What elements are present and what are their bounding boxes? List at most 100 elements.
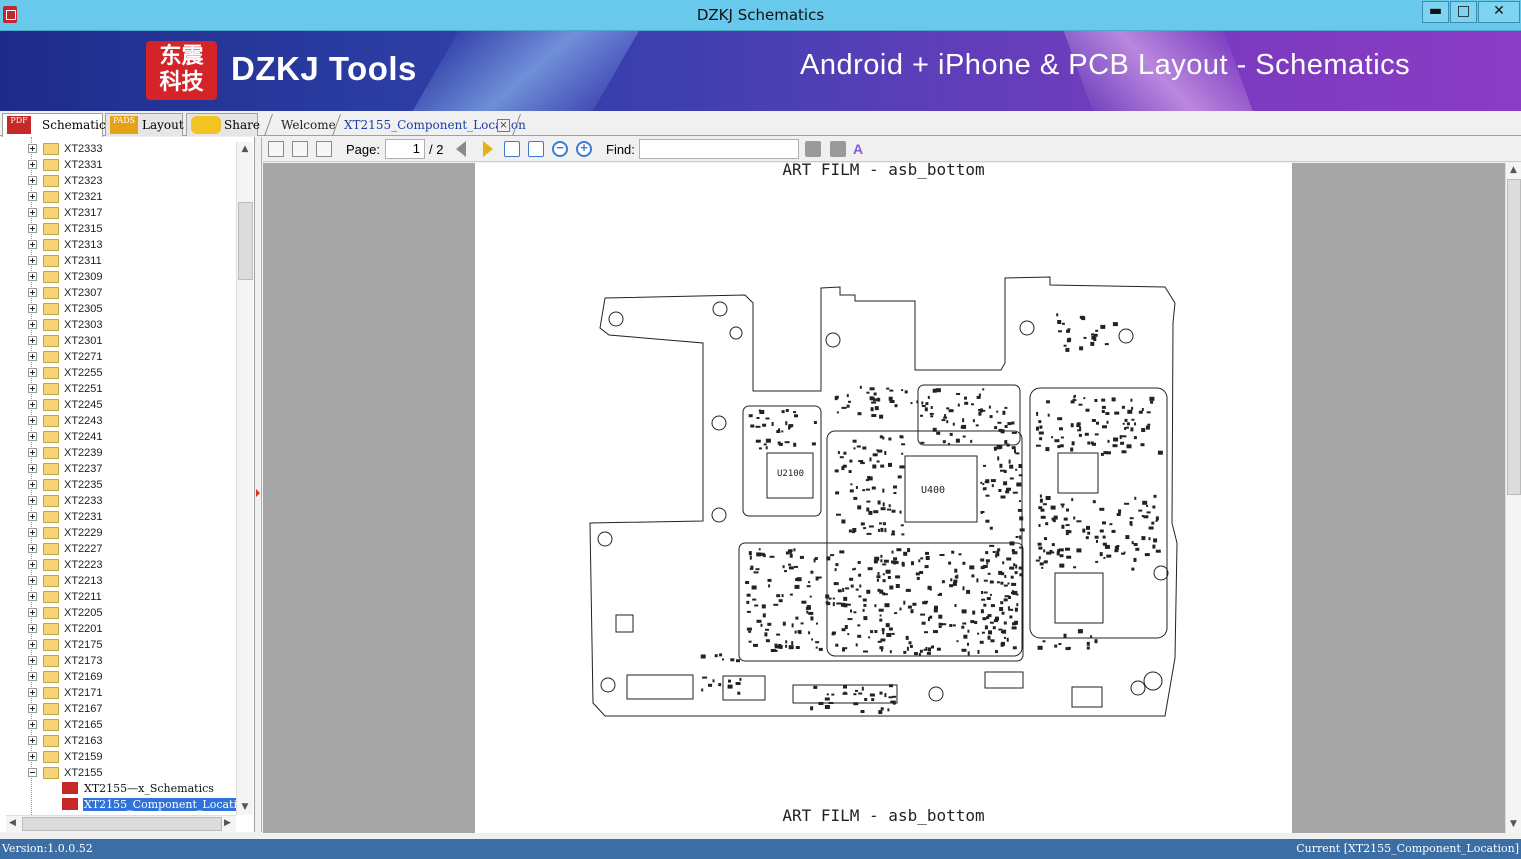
expand-icon[interactable]: [28, 400, 37, 409]
tree-folder[interactable]: XT2163: [26, 733, 236, 749]
expand-icon[interactable]: [28, 560, 37, 569]
tree-folder[interactable]: XT2155: [26, 765, 236, 781]
tree-folder[interactable]: XT2245: [26, 397, 236, 413]
expand-icon[interactable]: [28, 256, 37, 265]
open-document-icon[interactable]: [268, 141, 284, 157]
expand-icon[interactable]: [28, 352, 37, 361]
find-next-icon[interactable]: [830, 141, 846, 157]
fit-width-icon[interactable]: [504, 141, 520, 157]
collapse-icon[interactable]: [28, 768, 37, 777]
tree-folder[interactable]: XT2305: [26, 301, 236, 317]
scroll-thumb-horizontal[interactable]: [22, 817, 222, 831]
expand-icon[interactable]: [28, 176, 37, 185]
tree-folder[interactable]: XT2169: [26, 669, 236, 685]
zoom-out-icon[interactable]: −: [552, 140, 568, 157]
expand-icon[interactable]: [28, 160, 37, 169]
minimize-button[interactable]: ▬: [1422, 1, 1449, 23]
fit-page-icon[interactable]: [528, 141, 544, 157]
expand-icon[interactable]: [28, 304, 37, 313]
tab-close-icon[interactable]: ×: [497, 119, 510, 132]
expand-icon[interactable]: [28, 528, 37, 537]
expand-icon[interactable]: [28, 512, 37, 521]
expand-icon[interactable]: [28, 416, 37, 425]
tree-folder[interactable]: XT2213: [26, 573, 236, 589]
tree-file[interactable]: XT2155—x_Schematics: [62, 781, 237, 797]
tree-folder[interactable]: XT2333: [26, 141, 236, 157]
pages-icon[interactable]: [316, 141, 332, 157]
tab-welcome[interactable]: Welcome: [272, 114, 336, 136]
expand-icon[interactable]: [28, 320, 37, 329]
tree-folder[interactable]: XT2201: [26, 621, 236, 637]
tree-folder[interactable]: XT2237: [26, 461, 236, 477]
tab-component-location[interactable]: XT2155_Component_Location ×: [340, 114, 526, 136]
expand-icon[interactable]: [28, 384, 37, 393]
find-input[interactable]: [639, 139, 799, 159]
scroll-thumb[interactable]: [238, 202, 253, 280]
page-number-input[interactable]: 1: [385, 139, 425, 159]
expand-icon[interactable]: [28, 432, 37, 441]
expand-icon[interactable]: [28, 704, 37, 713]
scroll-right-icon[interactable]: ▶: [224, 818, 231, 828]
maximize-button[interactable]: □: [1450, 1, 1477, 23]
tree-folder[interactable]: XT2223: [26, 557, 236, 573]
highlight-text-icon[interactable]: A: [853, 141, 869, 157]
tree-folder[interactable]: XT2229: [26, 525, 236, 541]
scroll-up-icon[interactable]: ▲: [237, 144, 253, 154]
tree-folder[interactable]: XT2331: [26, 157, 236, 173]
find-previous-icon[interactable]: [805, 141, 821, 157]
expand-icon[interactable]: [28, 192, 37, 201]
previous-page-icon[interactable]: [456, 141, 466, 157]
tree-folder[interactable]: XT2271: [26, 349, 236, 365]
tree-folder[interactable]: XT2321: [26, 189, 236, 205]
tree-folder[interactable]: XT2167: [26, 701, 236, 717]
expand-icon[interactable]: [28, 752, 37, 761]
tree-folder[interactable]: XT2231: [26, 509, 236, 525]
viewer-scroll-down-icon[interactable]: ▼: [1506, 819, 1521, 829]
expand-icon[interactable]: [28, 624, 37, 633]
tab-schematic[interactable]: PDF Schematic: [2, 113, 106, 137]
viewer-scroll-thumb[interactable]: [1507, 179, 1521, 495]
expand-icon[interactable]: [28, 672, 37, 681]
expand-icon[interactable]: [28, 448, 37, 457]
tree-folder[interactable]: XT2233: [26, 493, 236, 509]
expand-icon[interactable]: [28, 576, 37, 585]
tree-folder[interactable]: XT2235: [26, 477, 236, 493]
expand-icon[interactable]: [28, 688, 37, 697]
collapse-arrow-icon[interactable]: [256, 489, 260, 497]
document-viewer[interactable]: ART FILM - asb_bottom U2100 U400 ART FIL…: [263, 163, 1505, 833]
tree-folder[interactable]: XT2307: [26, 285, 236, 301]
expand-icon[interactable]: [28, 144, 37, 153]
tree-folder[interactable]: XT2159: [26, 749, 236, 765]
expand-icon[interactable]: [28, 208, 37, 217]
tree-folder[interactable]: XT2313: [26, 237, 236, 253]
tree-file[interactable]: XT2155_Component_Location: [62, 797, 252, 813]
expand-icon[interactable]: [28, 336, 37, 345]
expand-icon[interactable]: [28, 592, 37, 601]
tree-folder[interactable]: XT2301: [26, 333, 236, 349]
expand-icon[interactable]: [28, 224, 37, 233]
copy-page-icon[interactable]: [292, 141, 308, 157]
expand-icon[interactable]: [28, 544, 37, 553]
tab-share[interactable]: Share: [186, 113, 260, 136]
tree-folder[interactable]: XT2311: [26, 253, 236, 269]
tree-folder[interactable]: XT2205: [26, 605, 236, 621]
tab-layout[interactable]: PADS Layout: [105, 113, 184, 136]
tree-folder[interactable]: XT2241: [26, 429, 236, 445]
zoom-in-icon[interactable]: +: [576, 140, 592, 157]
expand-icon[interactable]: [28, 640, 37, 649]
tree-folder[interactable]: XT2303: [26, 317, 236, 333]
viewer-scroll-up-icon[interactable]: ▲: [1506, 165, 1521, 175]
tree-folder[interactable]: XT2239: [26, 445, 236, 461]
tree-vertical-scrollbar[interactable]: ▲ ▼: [236, 142, 253, 815]
tree-folder[interactable]: XT2243: [26, 413, 236, 429]
expand-icon[interactable]: [28, 656, 37, 665]
tree-horizontal-scrollbar[interactable]: ◀ ▶: [6, 815, 236, 832]
expand-icon[interactable]: [28, 480, 37, 489]
tree-folder[interactable]: XT2255: [26, 365, 236, 381]
expand-icon[interactable]: [28, 608, 37, 617]
tree-folder[interactable]: XT2317: [26, 205, 236, 221]
expand-icon[interactable]: [28, 272, 37, 281]
tree-folder[interactable]: XT2171: [26, 685, 236, 701]
tree-folder[interactable]: XT2227: [26, 541, 236, 557]
tree-folder[interactable]: XT2211: [26, 589, 236, 605]
